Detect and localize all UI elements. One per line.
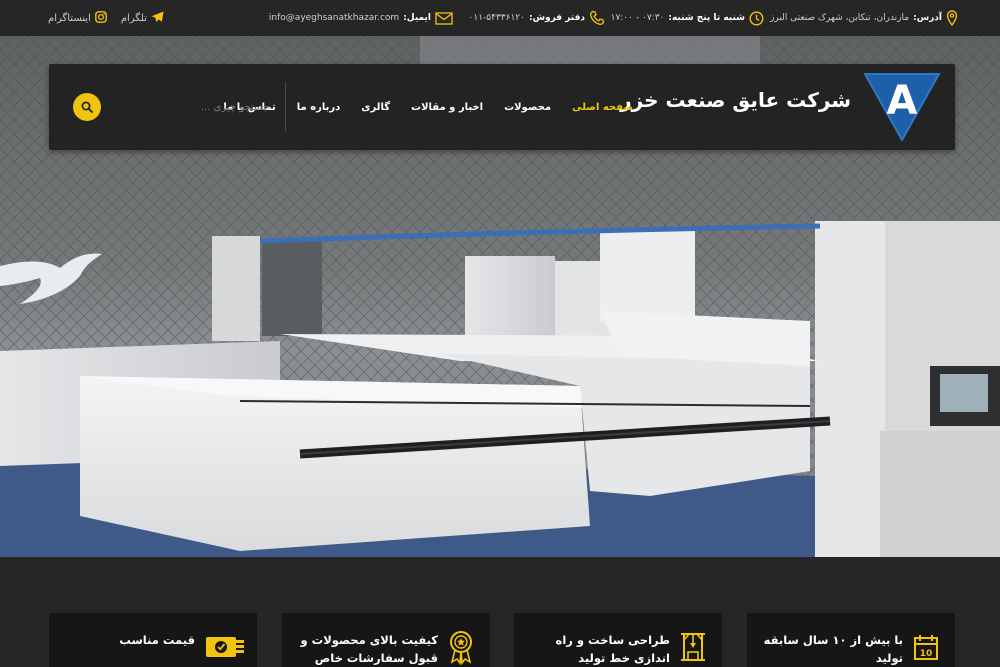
telegram-label: تلگرام [120,12,147,24]
email-label: ایمیل: [403,13,431,23]
money-icon [205,629,245,665]
location-pin-icon [946,10,958,26]
instagram-link[interactable]: اینستاگرام [48,10,107,26]
features-section: 10 با بیش از ۱۰ سال سابقه تولید طراحی سا… [0,557,1000,667]
feature-text: قیمت مناسب [119,633,195,647]
email-info: ایمیل: info@ayeghsanatkhazar.com [269,0,453,36]
feature-card-price: قیمت مناسب [49,613,257,667]
feature-text: با بیش از ۱۰ سال سابقه تولید [763,633,903,665]
hours-info: شنبه تا پنج شنبه: ۰۷:۳۰ - ۱۷:۰۰ [611,0,764,36]
address-value: مازندران، تنکابن، شهرک صنعتی البرز [770,13,910,23]
search-icon [81,101,93,113]
logo-letter: A [887,78,918,124]
feature-text: کیفیت بالای محصولات و قبول سفارشات خاص [300,633,439,665]
feature-card-production-line: طراحی ساخت و راه اندازی خط تولید [514,613,722,667]
crane-icon [678,629,708,665]
email-value[interactable]: info@ayeghsanatkhazar.com [269,13,399,23]
sales-phone-info: دفتر فروش: ۰۱۱-۵۴۳۳۶۱۲۰ [469,0,605,36]
nav-about[interactable]: درباره ما [297,102,341,113]
sales-label: دفتر فروش: [528,13,585,23]
nav-divider [285,82,286,132]
badge-icon [446,629,476,665]
address-info: آدرس: مازندران، تنکابن، شهرک صنعتی البرز [770,0,958,36]
search-button[interactable] [73,93,101,121]
address-label: آدرس: [913,13,942,23]
instagram-icon [94,10,107,26]
logo-triangle-icon: A [863,73,941,143]
company-logo[interactable]: A [861,70,943,144]
social-links: تلگرام اینستاگرام [48,0,164,36]
envelope-icon [435,11,453,25]
hours-value: ۰۷:۳۰ - ۱۷:۰۰ [610,13,665,23]
feature-card-quality: کیفیت بالای محصولات و قبول سفارشات خاص [282,613,490,667]
feature-text: طراحی ساخت و راه اندازی خط تولید [555,633,670,665]
telegram-icon [151,11,164,26]
nav-news-articles[interactable]: اخبار و مقالات [411,102,483,113]
nav-gallery[interactable]: گالری [361,102,390,113]
brand-name[interactable]: شرکت عایق صنعت خزر [620,88,851,112]
telegram-link[interactable]: تلگرام [121,11,164,26]
site-header: A شرکت عایق صنعت خزر صفحه اصلی محصولات ا… [49,64,955,150]
svg-text:10: 10 [920,649,933,659]
feature-card-experience: 10 با بیش از ۱۰ سال سابقه تولید [747,613,955,667]
clock-icon [749,10,764,26]
instagram-label: اینستاگرام [48,12,91,24]
search-input[interactable] [149,94,269,120]
sales-value[interactable]: ۰۱۱-۵۴۳۳۶۱۲۰ [469,13,525,23]
top-bar: آدرس: مازندران، تنکابن، شهرک صنعتی البرز… [0,0,1000,36]
calendar-icon: 10 [911,629,941,665]
hours-label: شنبه تا پنج شنبه: [668,13,745,23]
phone-icon [589,10,605,26]
nav-home[interactable]: صفحه اصلی [572,102,633,113]
nav-products[interactable]: محصولات [504,102,551,113]
